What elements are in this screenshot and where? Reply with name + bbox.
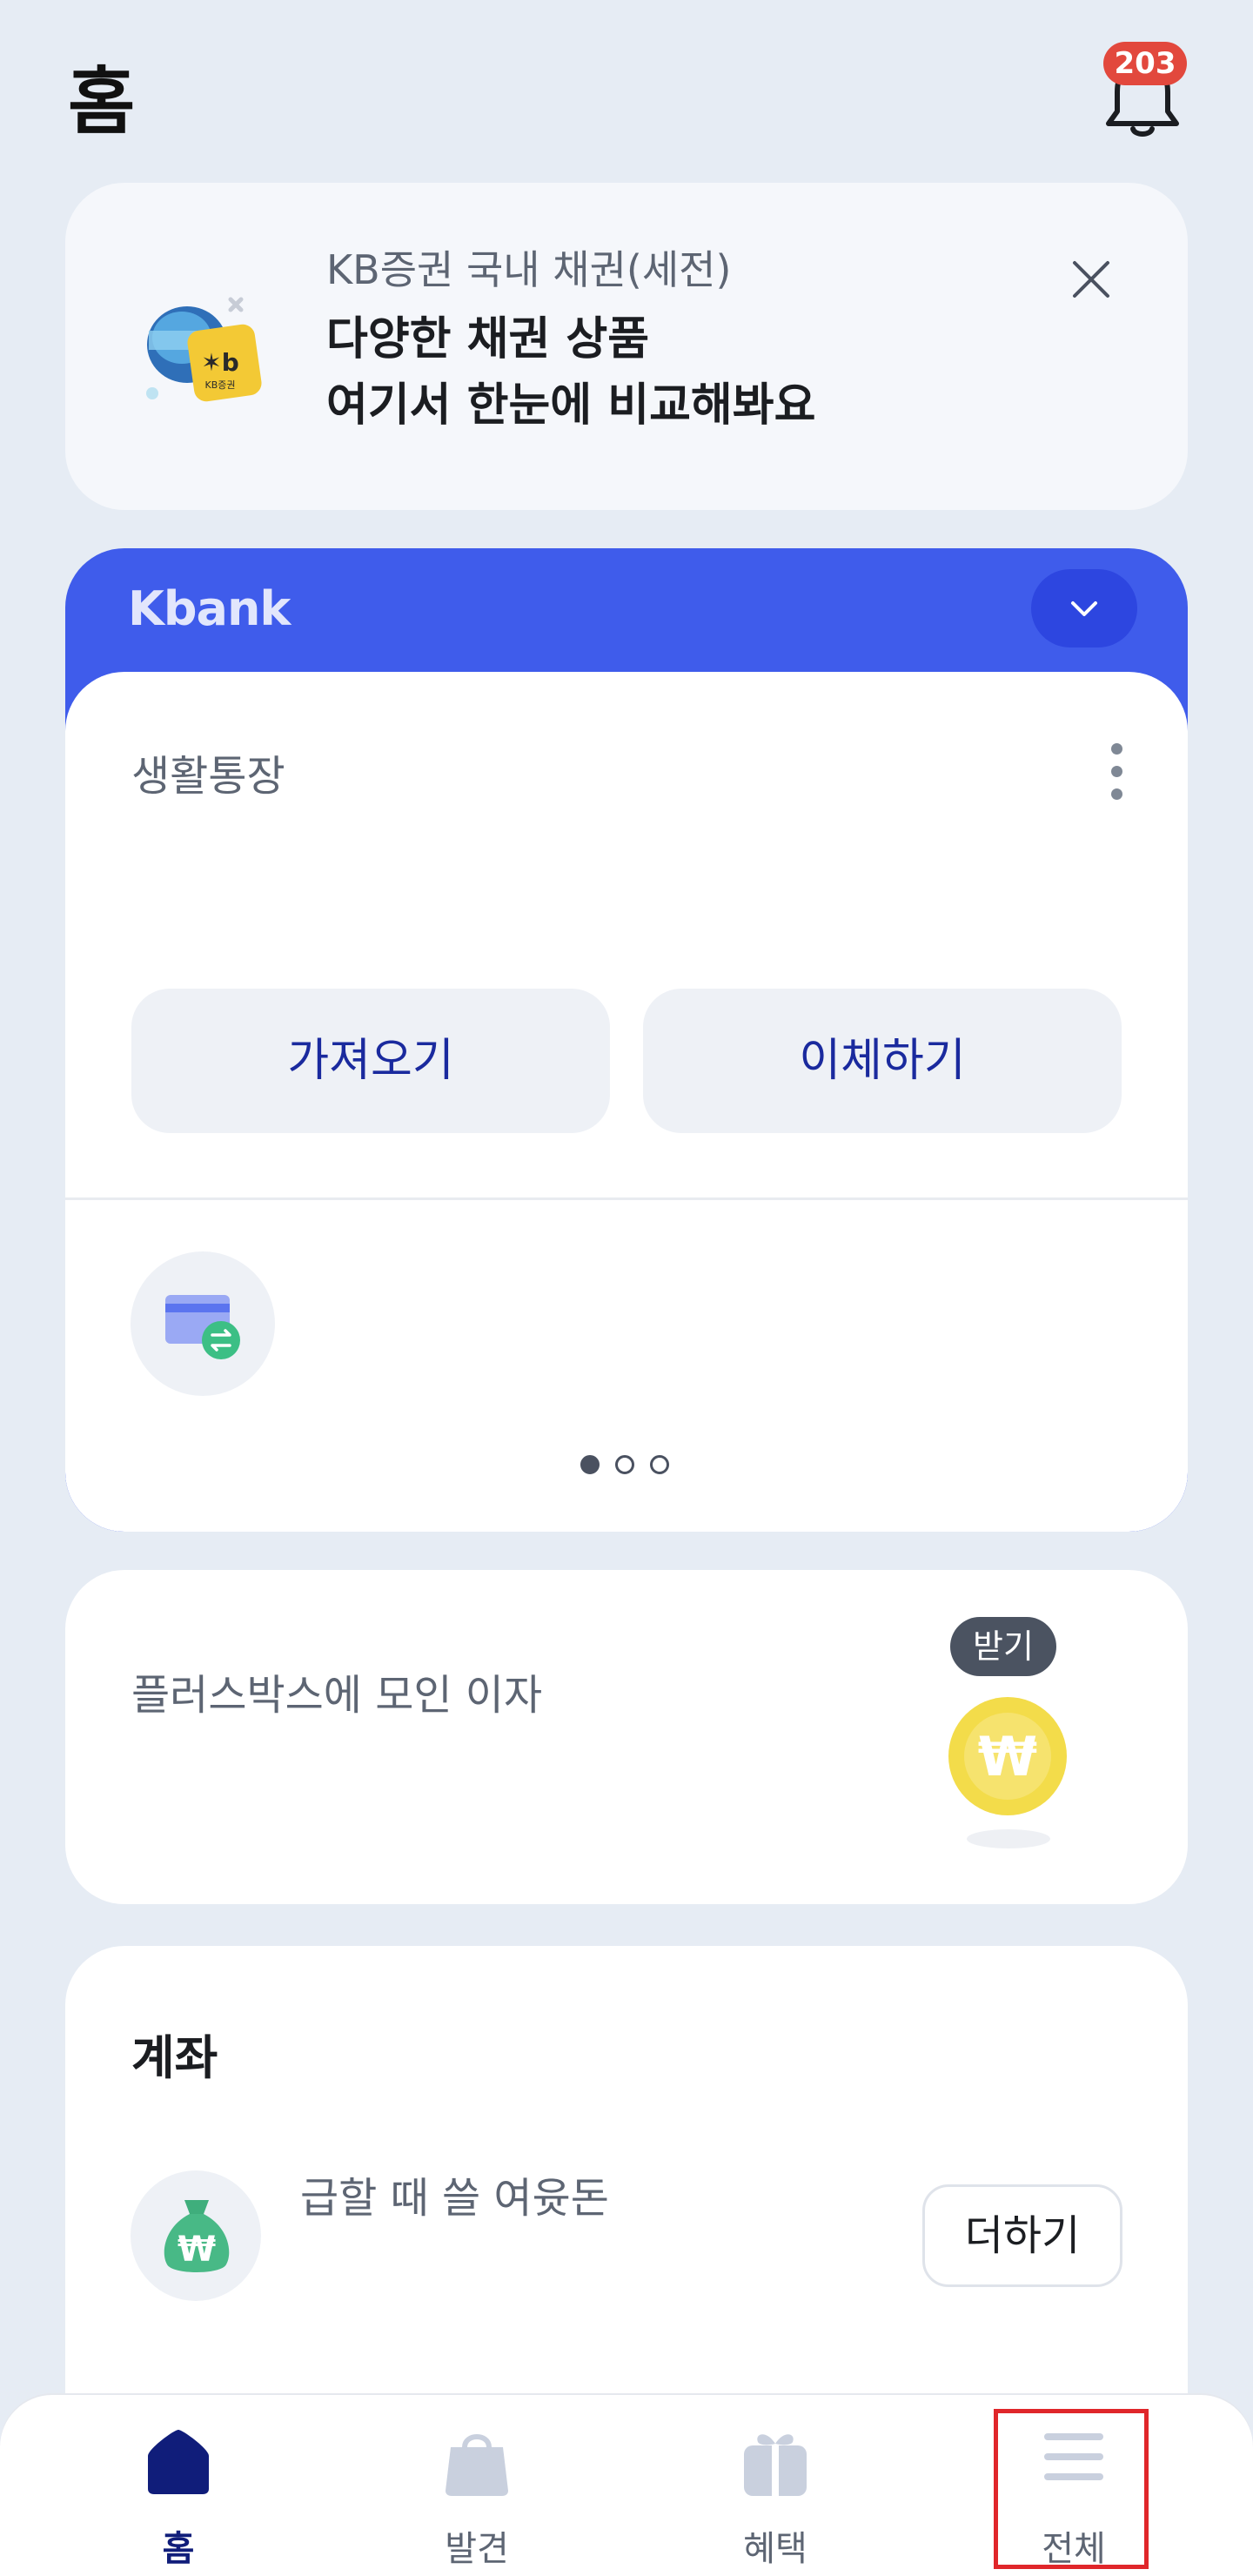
bottom-tab-bar: 홈 발견 혜택 전체: [0, 2395, 1253, 2576]
tab-label: 발견: [445, 2529, 509, 2569]
gift-icon: [744, 2434, 807, 2496]
account-item-label: 급할 때 쓸 여윳돈: [300, 2174, 609, 2223]
transfer-button[interactable]: 이체하기: [643, 989, 1122, 1133]
promo-title: 다양한 채권 상품 여기서 한눈에 비교해봐요: [326, 306, 815, 439]
chevron-down-icon: [1071, 601, 1097, 616]
accounts-title: 계좌: [131, 2030, 218, 2085]
money-bag-avatar: ₩: [131, 2170, 261, 2301]
more-vertical-icon[interactable]: [1106, 743, 1127, 806]
notification-badge: 203: [1103, 42, 1187, 85]
divider: [65, 1197, 1188, 1200]
tab-benefits[interactable]: 혜택: [697, 2395, 854, 2576]
import-button[interactable]: 가져오기: [131, 989, 610, 1133]
money-bag-icon: ₩: [164, 2200, 230, 2272]
svg-text:KB증권: KB증권: [205, 379, 236, 391]
tab-discover[interactable]: 발견: [399, 2395, 555, 2576]
svg-text:₩: ₩: [178, 2230, 216, 2270]
kbank-logo: Kbank: [128, 581, 291, 636]
menu-icon: [1044, 2433, 1103, 2480]
account-panel: 생활통장 가져오기 이체하기: [65, 672, 1188, 1532]
page-dot[interactable]: [615, 1455, 634, 1474]
shopping-bag-icon: [446, 2434, 508, 2496]
expand-account-button[interactable]: [1031, 569, 1137, 647]
svg-text:₩: ₩: [978, 1725, 1037, 1788]
card-transfer-button[interactable]: [131, 1251, 275, 1396]
tab-label: 홈: [162, 2529, 195, 2569]
card-transfer-icon: [165, 1295, 240, 1359]
tab-all[interactable]: 전체: [995, 2395, 1152, 2576]
tab-label: 혜택: [743, 2529, 807, 2569]
tab-label: 전체: [1042, 2529, 1106, 2569]
promo-title-line1: 다양한 채권 상품: [326, 313, 650, 366]
svg-text:✶b: ✶b: [201, 348, 239, 377]
tab-home[interactable]: 홈: [100, 2395, 257, 2576]
won-coin-icon[interactable]: ₩: [947, 1695, 1069, 1817]
page-dot[interactable]: [580, 1455, 600, 1474]
home-icon: [148, 2430, 209, 2494]
plusbox-label: 플러스박스에 모인 이자: [131, 1671, 543, 1720]
plusbox-interest-card[interactable]: 플러스박스에 모인 이자 받기 ₩: [65, 1570, 1188, 1904]
coin-shadow: [967, 1829, 1050, 1848]
account-name: 생활통장: [131, 752, 285, 801]
bond-promo-icon: ✶b KB증권: [146, 297, 262, 402]
page-title: 홈: [68, 59, 136, 144]
bank-account-card: Kbank 생활통장 가져오기 이체하기: [65, 548, 1188, 1532]
pagination-dots: [580, 1455, 685, 1478]
add-button[interactable]: 더하기: [922, 2184, 1122, 2287]
promo-title-line2: 여기서 한눈에 비교해봐요: [326, 379, 816, 432]
receive-button[interactable]: 받기: [950, 1617, 1056, 1676]
notifications-button[interactable]: 203: [1098, 35, 1194, 137]
promo-banner[interactable]: ✶b KB증권 KB증권 국내 채권(세전) 다양한 채권 상품 여기서 한눈에…: [65, 183, 1188, 510]
promo-subtitle: KB증권 국내 채권(세전): [326, 246, 732, 293]
close-icon[interactable]: [1068, 256, 1115, 303]
page-dot[interactable]: [650, 1455, 669, 1474]
